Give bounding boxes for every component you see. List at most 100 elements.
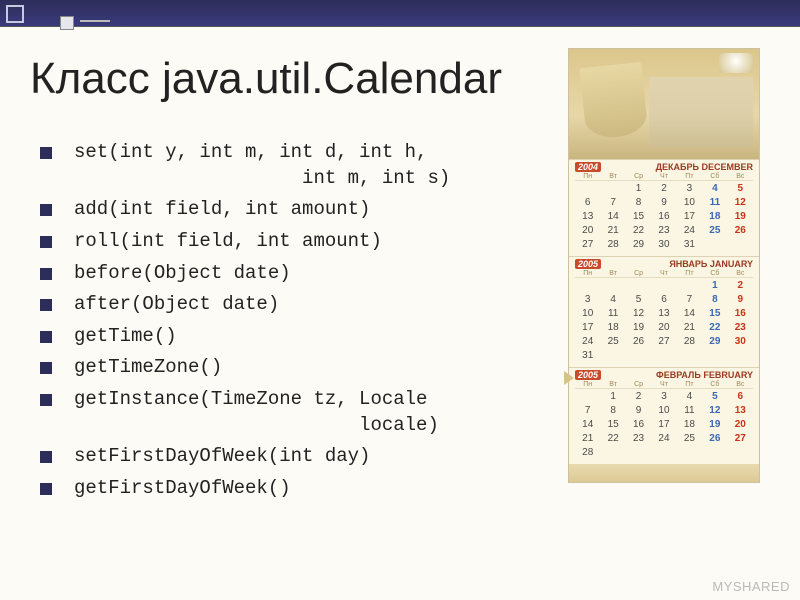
list-item: before(Object date) [40, 261, 510, 287]
bullet-square-icon [40, 451, 52, 463]
calendar-day: 25 [702, 224, 727, 238]
calendar-day: 11 [702, 196, 727, 210]
calendar-day: 22 [626, 224, 651, 238]
bullet-square-icon [40, 394, 52, 406]
calendar-weekday-row: ПнВтСрЧтПтСбВс [575, 381, 753, 389]
calendar-day: 7 [600, 196, 625, 210]
calendar-day: 10 [651, 404, 676, 418]
calendar-day: 4 [677, 390, 702, 404]
calendar-day: 29 [626, 238, 651, 252]
calendar-day: 5 [626, 293, 651, 307]
calendar-day: 21 [677, 321, 702, 335]
calendar-day: 13 [728, 404, 753, 418]
calendar-day: 5 [728, 182, 753, 196]
calendar-day: 23 [626, 432, 651, 446]
calendar-day: 11 [677, 404, 702, 418]
calendar-day: 21 [575, 432, 600, 446]
bullet-square-icon [40, 362, 52, 374]
calendar-day: 20 [651, 321, 676, 335]
calendar-day: 9 [626, 404, 651, 418]
calendar-day: 12 [626, 307, 651, 321]
calendar-day: 31 [575, 349, 600, 363]
calendar-day-grid: 1234567891011121314151617181920212223242… [575, 279, 753, 363]
calendar-month-name: ФЕВРАЛЬ FEBRUARY [656, 370, 753, 380]
calendar-header-image [569, 49, 759, 159]
calendar-day: 23 [728, 321, 753, 335]
calendar-day: 14 [677, 307, 702, 321]
calendar-month: 2005ФЕВРАЛЬ FEBRUARYПнВтСрЧтПтСбВс123456… [569, 367, 759, 464]
method-signature: after(Object date) [74, 292, 279, 318]
calendar-day: 31 [677, 238, 702, 252]
method-signature: roll(int field, int amount) [74, 229, 382, 255]
calendar-day: 15 [600, 418, 625, 432]
bullet-square-icon [40, 483, 52, 495]
list-item: roll(int field, int amount) [40, 229, 510, 255]
calendar-day: 29 [702, 335, 727, 349]
calendar-day: 6 [575, 196, 600, 210]
calendar-day: 2 [626, 390, 651, 404]
method-signature: getFirstDayOfWeek() [74, 476, 291, 502]
calendar-month-header: 2005ЯНВАРЬ JANUARY [575, 259, 753, 269]
method-signature: add(int field, int amount) [74, 197, 370, 223]
method-signature: getTimeZone() [74, 355, 222, 381]
calendar-year-badge: 2004 [575, 162, 601, 172]
list-item: after(Object date) [40, 292, 510, 318]
calendar-day: 28 [677, 335, 702, 349]
calendar-day: 24 [677, 224, 702, 238]
calendar-day: 8 [626, 196, 651, 210]
calendar-footer [569, 464, 759, 482]
calendar-day: 6 [651, 293, 676, 307]
calendar-day: 2 [651, 182, 676, 196]
calendar-day: 20 [575, 224, 600, 238]
calendar-day: 12 [702, 404, 727, 418]
calendar-day: 28 [575, 446, 600, 460]
calendar-weekday-row: ПнВтСрЧтПтСбВс [575, 173, 753, 181]
bullet-square-icon [40, 147, 52, 159]
top-accent-bar [0, 0, 800, 27]
calendar-day: 19 [626, 321, 651, 335]
calendar-day: 4 [600, 293, 625, 307]
calendar-day: 13 [651, 307, 676, 321]
calendar-day: 26 [626, 335, 651, 349]
calendar-day: 3 [677, 182, 702, 196]
calendar-day: 26 [728, 224, 753, 238]
calendar-day: 20 [728, 418, 753, 432]
list-item: getFirstDayOfWeek() [40, 476, 510, 502]
calendar-day: 19 [728, 210, 753, 224]
list-item: getTime() [40, 324, 510, 350]
slide-title: Класс java.util.Calendar [30, 54, 502, 104]
calendar-day: 5 [702, 390, 727, 404]
method-signature: getInstance(TimeZone tz, Locale locale) [74, 387, 439, 438]
calendar-day: 10 [677, 196, 702, 210]
calendar-month: 2004ДЕКАБРЬ DECEMBERПнВтСрЧтПтСбВс123456… [569, 159, 759, 256]
calendar-day: 27 [651, 335, 676, 349]
calendar-day: 13 [575, 210, 600, 224]
calendar-day-grid: 1234567891011121314151617181920212223242… [575, 182, 753, 252]
calendar-day: 3 [575, 293, 600, 307]
calendar-day: 14 [600, 210, 625, 224]
calendar-day: 23 [651, 224, 676, 238]
calendar-day: 1 [626, 182, 651, 196]
calendar-day: 25 [677, 432, 702, 446]
calendar-day: 4 [702, 182, 727, 196]
calendar-date-pointer-icon [564, 371, 574, 385]
calendar-year-badge: 2005 [575, 259, 601, 269]
calendar-day-grid: 1234567891011121314151617181920212223242… [575, 390, 753, 460]
calendar-day: 25 [600, 335, 625, 349]
bullet-square-icon [40, 268, 52, 280]
calendar-day: 7 [677, 293, 702, 307]
calendar-day: 11 [600, 307, 625, 321]
list-item: add(int field, int amount) [40, 197, 510, 223]
calendar-day: 27 [728, 432, 753, 446]
calendar-month-header: 2005ФЕВРАЛЬ FEBRUARY [575, 370, 753, 380]
calendar-month-name: ДЕКАБРЬ DECEMBER [656, 162, 753, 172]
calendar-day: 10 [575, 307, 600, 321]
calendar-month-header: 2004 ДЕКАБРЬ DECEMBER [575, 162, 753, 172]
calendar-day: 27 [575, 238, 600, 252]
calendar-day: 1 [600, 390, 625, 404]
calendar-day: 24 [575, 335, 600, 349]
calendar-day: 3 [651, 390, 676, 404]
accent-line-icon [80, 20, 110, 22]
calendar-day: 30 [651, 238, 676, 252]
calendar-day: 16 [651, 210, 676, 224]
